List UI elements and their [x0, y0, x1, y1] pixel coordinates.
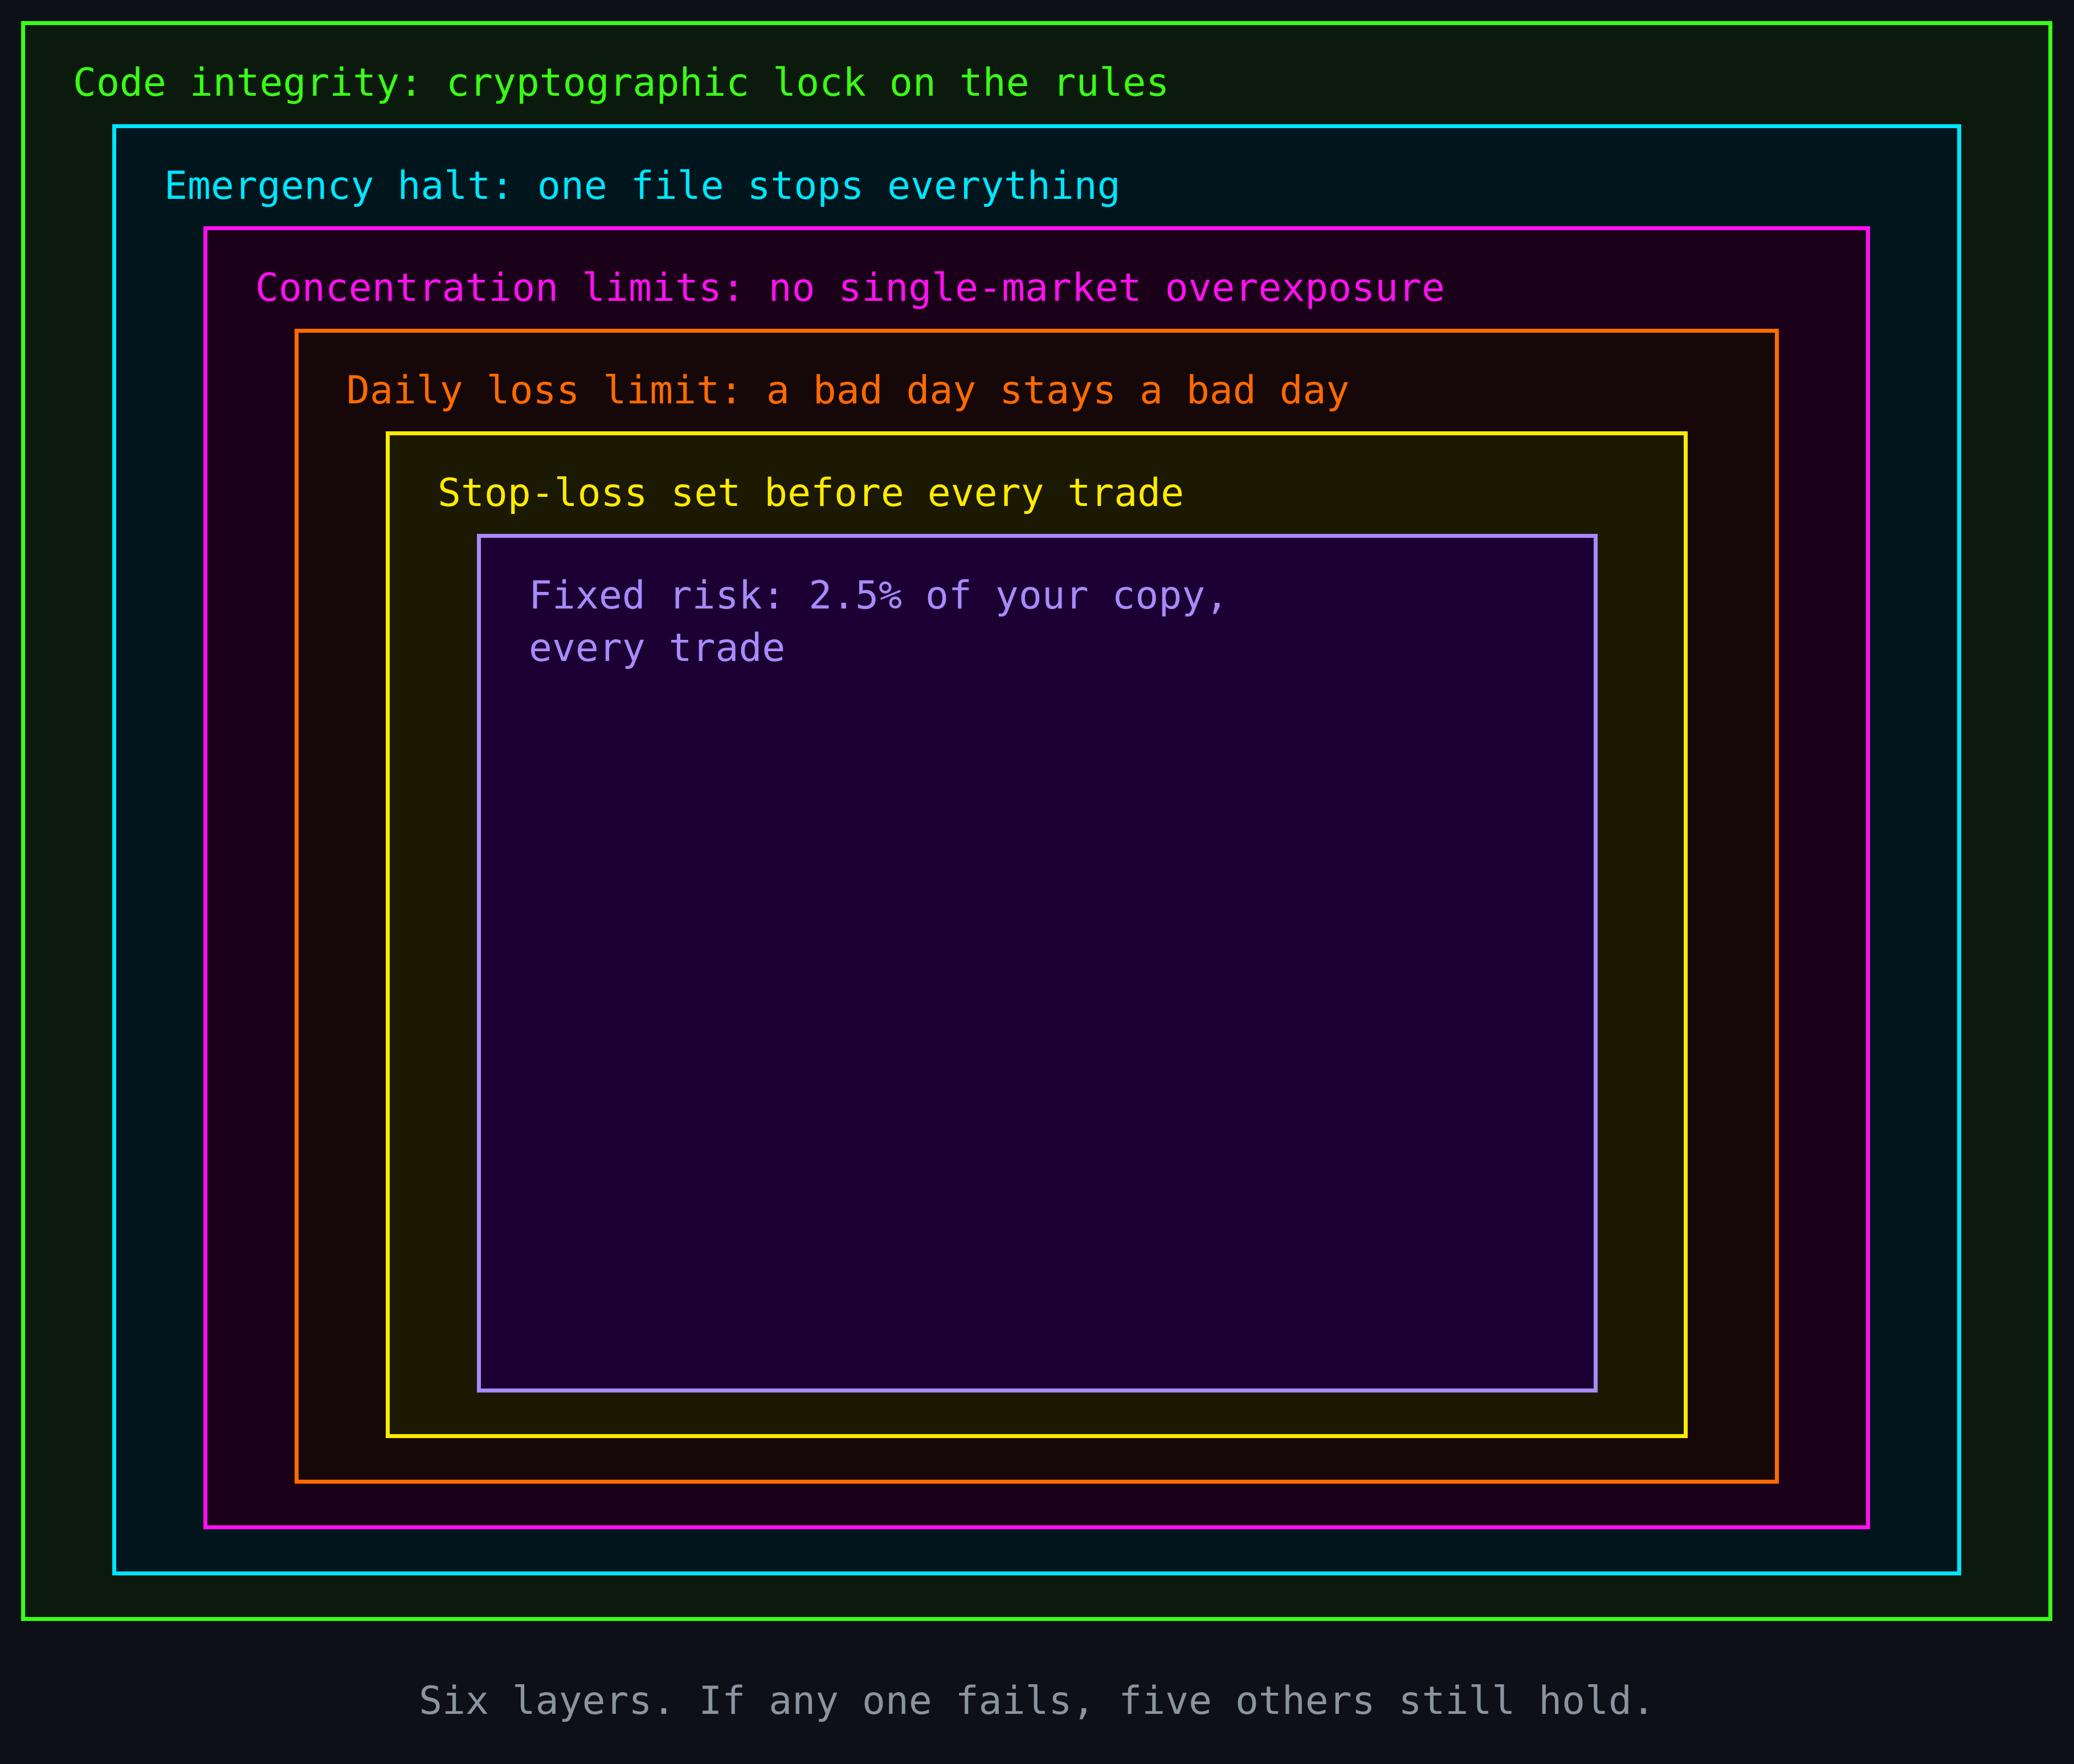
layer-label-emergency-halt: Emergency halt: one file stops everythin… [164, 164, 1121, 209]
diagram-caption: Six layers. If any one fails, five other… [419, 1679, 1655, 1724]
layer-fixed-risk: Fixed risk: 2.5% of your copy, every tra… [477, 534, 1598, 1393]
layer-label-code-integrity: Code integrity: cryptographic lock on th… [73, 60, 1170, 105]
layer-label-stop-loss: Stop-loss set before every trade [438, 471, 1185, 516]
layer-label-fixed-risk: Fixed risk: 2.5% of your copy, every tra… [529, 573, 1229, 671]
layer-label-daily-loss-limit: Daily loss limit: a bad day stays a bad … [346, 368, 1350, 413]
layer-label-concentration-limits: Concentration limits: no single-market o… [255, 266, 1445, 311]
